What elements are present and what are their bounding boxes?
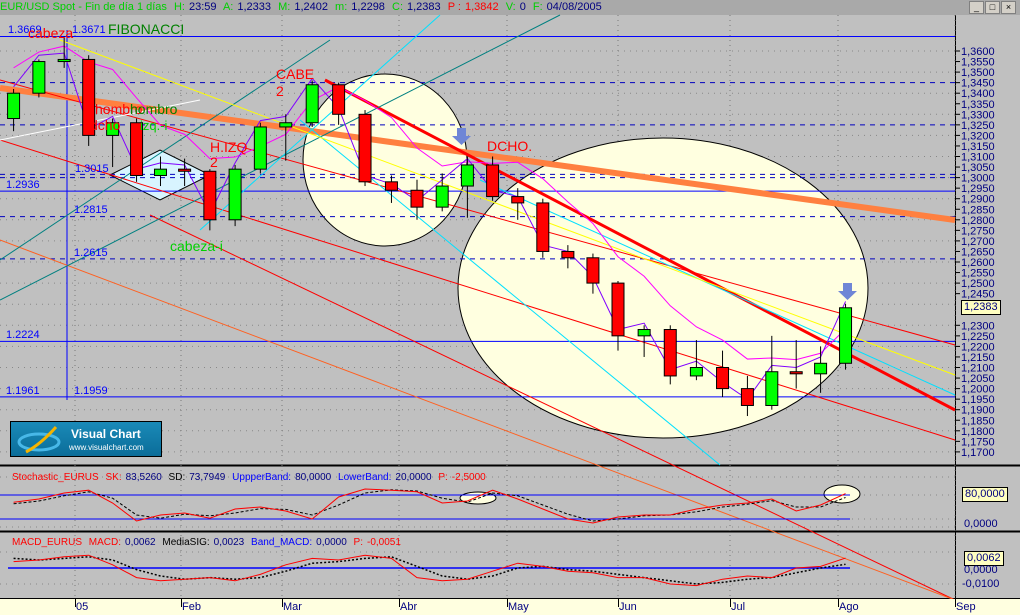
- annotation-cabe-num: 2: [276, 83, 284, 99]
- candle-body: [511, 196, 525, 204]
- stoch-sd-value: 73,7949: [189, 472, 226, 483]
- date-axis: 05 Feb Mar Abr May Jun Jul Ago Sep: [0, 599, 1020, 615]
- candle-body: [637, 329, 651, 337]
- candle-body: [253, 126, 267, 170]
- candle-body: [611, 282, 625, 337]
- candle-body: [765, 371, 779, 406]
- stoch-upper-value: 80,0000: [295, 472, 332, 483]
- level-label-1-3671: 1.3671: [72, 24, 106, 36]
- annotation-cabeza-i: cabeza-i: [170, 238, 223, 254]
- stoch-name: Stochastic_EURUS: [12, 472, 99, 483]
- date-tick-label: Feb: [182, 601, 201, 613]
- macd-name: MACD_EURUS: [12, 537, 83, 548]
- candle-body: [561, 250, 575, 259]
- current-price-box: 1,2383: [961, 300, 1001, 315]
- date-tick-label: Mar: [283, 601, 302, 613]
- macd-band-value: 0,0000: [316, 537, 347, 548]
- candle-body: [32, 61, 46, 94]
- annotation-dcho: dcho: [90, 117, 121, 133]
- stoch-upper-label: UppperBand:: [232, 472, 292, 483]
- candle-body: [332, 84, 346, 115]
- candle-body: [486, 164, 500, 198]
- annotation-hombro-green: hombro: [130, 101, 178, 117]
- price-chart[interactable]: 1.3669 cabeza 1.3671 FIBONACCI hombro ho…: [0, 0, 1020, 615]
- macd-p-label: P:: [353, 537, 363, 548]
- annotation-hizq: H.IZQ: [210, 139, 247, 155]
- candle-body: [536, 202, 550, 252]
- macd-band-label: Band_MACD:: [251, 537, 313, 548]
- candle-body: [586, 257, 600, 284]
- candle-body: [789, 371, 803, 375]
- candle-body: [716, 367, 730, 390]
- candle-body: [178, 168, 192, 172]
- visual-chart-logo: Visual Chart www.visualchart.com: [10, 421, 162, 457]
- level-label-1-1961: 1.1961: [6, 385, 40, 397]
- date-tick-label: Jun: [619, 601, 637, 613]
- candle-body: [203, 170, 217, 221]
- stoch-ellipse: [823, 484, 861, 504]
- annotation-dcho-main: DCHO.: [487, 138, 532, 154]
- stoch-sk-label: SK:: [105, 472, 122, 483]
- candle-body: [814, 362, 828, 375]
- date-tick-label: Abr: [400, 601, 418, 613]
- stoch-sk-line: [13, 488, 846, 524]
- macd-sig-label: MediaSIG:: [162, 537, 210, 548]
- stoch-axis-top: 80,0000: [962, 487, 1008, 502]
- candle-body: [305, 84, 319, 124]
- macd-header: MACD_EURUS MACD: 0,0062 MediaSIG: 0,0023 B…: [12, 537, 405, 548]
- level-label-1-2936: 1.2936: [6, 179, 40, 191]
- candle-body: [435, 185, 449, 208]
- stoch-axis-bottom: 0,0000: [964, 518, 998, 530]
- price-tick-label: 1,1700: [961, 447, 995, 459]
- date-tick-label: Jul: [731, 601, 746, 613]
- date-tick-label: Ago: [839, 601, 859, 613]
- candle-body: [153, 168, 167, 176]
- ellipse-head: [302, 73, 468, 247]
- candle-body: [839, 307, 853, 364]
- macd-axis-zero: 0,0000: [964, 564, 998, 576]
- logo-title: Visual Chart: [71, 427, 141, 441]
- stoch-p-value: -2,5000: [451, 472, 486, 483]
- annotation-cabe: CABE: [276, 66, 314, 82]
- stoch-sd-label: SD:: [168, 472, 186, 483]
- stoch-sk-value: 83,5260: [125, 472, 162, 483]
- stoch-p-label: P:: [438, 472, 448, 483]
- date-tick-label: Sep: [956, 601, 976, 613]
- annotation-izq: izq.-i: [140, 118, 168, 133]
- candle-body: [740, 388, 754, 406]
- level-label-1-1959: 1.1959: [74, 385, 108, 397]
- candle-body: [228, 168, 242, 221]
- level-label-1-2815: 1.2815: [74, 204, 108, 216]
- stoch-lower-label: LowerBand:: [338, 472, 392, 483]
- level-label-1-3015: 1.3015: [75, 163, 109, 175]
- macd-sig-value: 0,0023: [213, 537, 245, 548]
- candle-body: [384, 181, 398, 191]
- date-tick-label: 05: [76, 601, 89, 613]
- level-label-1-2224: 1.2224: [6, 329, 40, 341]
- macd-p-value: -0,0051: [367, 537, 401, 548]
- date-tick-label: May: [508, 601, 529, 613]
- macd-axis-low: -0,0100: [962, 578, 1000, 590]
- annotation-fibonacci: FIBONACCI: [108, 21, 184, 37]
- annotation-hizq-num: 2: [210, 154, 218, 170]
- candle-body: [358, 113, 372, 183]
- macd-value: 0,0062: [125, 537, 156, 548]
- candle-body: [7, 92, 21, 120]
- candle-body: [57, 58, 71, 63]
- macd-label: MACD:: [88, 537, 122, 548]
- candle-body: [279, 122, 293, 128]
- stoch-lower-value: 20,0000: [395, 472, 432, 483]
- logo-swoosh-icon: [17, 426, 61, 454]
- level-label-1-2615: 1.2615: [74, 247, 108, 259]
- candle-body: [460, 164, 474, 187]
- stochastic-header: Stochastic_EURUS SK: 83,5260 SD: 73,7949 U…: [12, 472, 490, 483]
- candle-body: [663, 329, 677, 377]
- candle-body: [689, 367, 703, 377]
- annotation-cabeza: cabeza: [28, 25, 73, 41]
- logo-url: www.visualchart.com: [69, 443, 144, 452]
- candle-body: [410, 189, 424, 208]
- price-tick-label: 1,2450: [961, 289, 995, 301]
